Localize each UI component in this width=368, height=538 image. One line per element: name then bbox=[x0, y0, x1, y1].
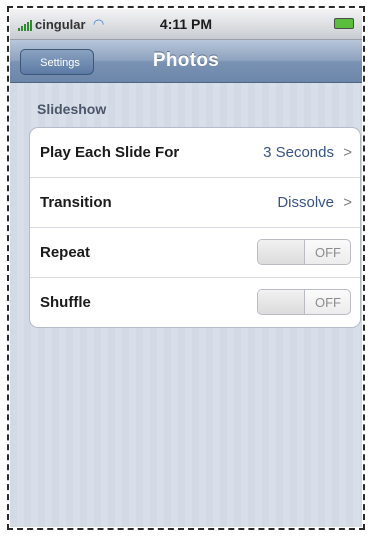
repeat-toggle[interactable]: OFF bbox=[257, 239, 351, 265]
settings-group: Play Each Slide For 3 Seconds > Transiti… bbox=[29, 127, 361, 328]
toggle-thumb[interactable] bbox=[258, 290, 305, 314]
toggle-state: OFF bbox=[315, 295, 341, 310]
toggle-state: OFF bbox=[315, 245, 341, 260]
page-title: Photos bbox=[152, 50, 220, 71]
row-value: 3 Seconds bbox=[263, 144, 334, 161]
status-time: 4:11 PM bbox=[159, 16, 213, 32]
navigation-bar: Settings Photos bbox=[10, 40, 362, 83]
row-value: Dissolve bbox=[277, 194, 334, 211]
row-label: Play Each Slide For bbox=[40, 144, 180, 161]
row-label: Shuffle bbox=[40, 294, 91, 311]
battery-icon bbox=[334, 18, 354, 29]
row-repeat: Repeat OFF bbox=[30, 228, 360, 278]
toggle-thumb[interactable] bbox=[258, 240, 305, 264]
row-shuffle: Shuffle OFF bbox=[30, 278, 360, 327]
chevron-right-icon: > bbox=[343, 194, 352, 211]
row-play-each-slide-for[interactable]: Play Each Slide For 3 Seconds > bbox=[30, 128, 360, 178]
shuffle-toggle[interactable]: OFF bbox=[257, 289, 351, 315]
chevron-right-icon: > bbox=[343, 144, 352, 161]
section-header-slideshow: Slideshow bbox=[37, 101, 107, 117]
row-label: Transition bbox=[40, 194, 112, 211]
row-label: Repeat bbox=[40, 244, 91, 261]
status-bar: cingular ◠ 4:11 PM bbox=[10, 9, 362, 40]
row-transition[interactable]: Transition Dissolve > bbox=[30, 178, 360, 228]
phone-screen: cingular ◠ 4:11 PM Settings Photos Slide… bbox=[10, 9, 362, 527]
